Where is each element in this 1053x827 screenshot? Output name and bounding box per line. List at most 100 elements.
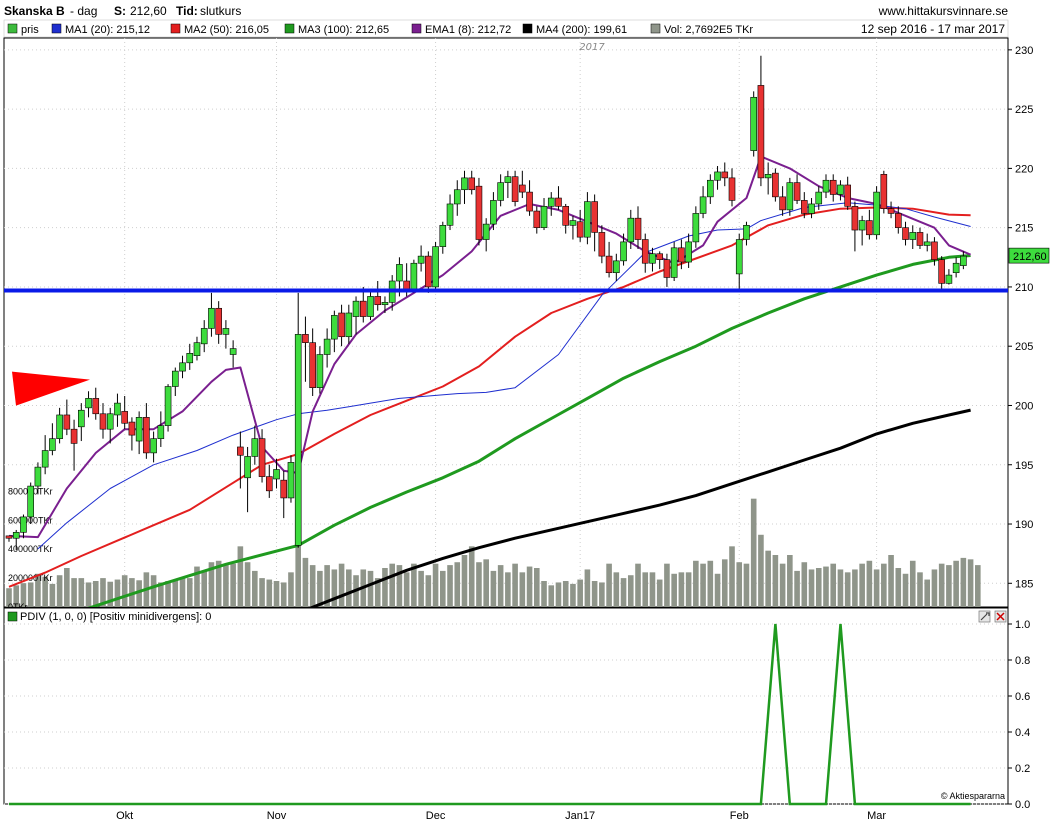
candle-body [367, 296, 374, 317]
volume-bar [548, 585, 555, 607]
volume-bar [367, 570, 374, 607]
volume-bar [223, 565, 229, 607]
candle-body [880, 174, 888, 210]
candle-body [482, 223, 490, 240]
volume-bar [389, 563, 395, 607]
candle-body [562, 206, 570, 226]
indicator-close-button[interactable] [994, 610, 1007, 623]
indicator-y-label: 0.6 [1015, 691, 1030, 703]
volume-bar [266, 579, 273, 607]
candle-body [56, 414, 63, 439]
candle-body [511, 176, 519, 202]
volume-bar [468, 546, 475, 607]
y-tick-label: 210 [1015, 282, 1033, 294]
price-axis: 185 190 195 200 205 210 215 220 225 230 212,60 [1008, 45, 1050, 590]
volume-bar [483, 559, 489, 607]
legend-label-ma2: MA2 (50): 216,05 [184, 24, 269, 36]
volume-bar [924, 579, 931, 607]
candle-body [504, 176, 512, 183]
indicator-y-label: 0.0 [1015, 799, 1030, 811]
volume-bar [562, 581, 569, 607]
time-label: Tid: [176, 4, 198, 18]
volume-bar [512, 563, 518, 607]
volume-bar [700, 563, 706, 607]
volume-bar [671, 573, 677, 607]
candle-body [678, 247, 685, 263]
candle-body [403, 280, 410, 290]
candle-body [27, 485, 34, 518]
volume-bar [837, 569, 844, 607]
x-tick-label: Feb [730, 810, 749, 822]
volume-bar [425, 575, 432, 607]
volume-bar [678, 572, 685, 607]
candle-body [49, 438, 56, 451]
volume-bar [613, 572, 620, 607]
year-marker: 2017 [579, 42, 605, 53]
candle-body [70, 428, 78, 444]
candle-body [99, 413, 107, 430]
volume-bar [533, 568, 540, 607]
candle-body [605, 255, 613, 274]
candle-body [345, 312, 353, 338]
volume-bar [960, 557, 967, 607]
candle-body [555, 197, 562, 207]
volume-bar [331, 569, 338, 607]
x-tick-label: Dec [426, 810, 446, 822]
volume-bar [627, 575, 634, 607]
volume-bar [64, 568, 70, 607]
candle-body [309, 342, 316, 388]
volume-bar [505, 572, 511, 607]
volume-bar [186, 578, 193, 607]
volume-bar [664, 563, 670, 607]
volume-bar [714, 573, 721, 607]
y-tick-label: 190 [1015, 519, 1033, 531]
candle-down [425, 251, 432, 293]
candle-body [135, 417, 143, 442]
x-tick-label: Nov [267, 810, 287, 822]
candle-body [714, 171, 721, 181]
volume-bar [244, 562, 251, 607]
candle-body [432, 246, 439, 288]
indicator-y-label: 0.8 [1015, 655, 1030, 667]
candle-body [323, 338, 331, 355]
candle-body [547, 197, 555, 207]
candle-body [952, 262, 960, 274]
candle-body [85, 398, 92, 409]
candle-body [150, 438, 157, 454]
candle-body [359, 300, 367, 317]
indicator-settings-button[interactable] [978, 610, 991, 623]
candle-body [200, 328, 208, 345]
candle-body [208, 307, 215, 329]
candle-body [800, 200, 808, 214]
candle-body [352, 300, 360, 317]
candle-body [12, 532, 20, 539]
volume-bar [577, 579, 583, 607]
candle-up [432, 241, 439, 290]
last-value: 212,60 [130, 4, 167, 18]
candle-body [164, 386, 172, 426]
site-url[interactable]: www.hittakursvinnare.se [878, 4, 1009, 18]
volume-bar [280, 582, 287, 607]
candle-body [453, 189, 461, 205]
volume-bar [808, 569, 815, 607]
candle-body [244, 456, 251, 479]
period-value: dag [77, 4, 97, 18]
candle-body [743, 224, 750, 240]
candle-body [157, 425, 165, 439]
volume-bar [150, 575, 157, 607]
volume-axis-label: 400000TKr [8, 544, 53, 554]
candle-body [916, 232, 924, 246]
candle-up [410, 259, 418, 293]
candle-body [909, 232, 917, 240]
candle-body [381, 302, 389, 306]
indicator-y-label: 1.0 [1015, 619, 1030, 631]
candle-body [179, 362, 186, 372]
volume-bar [779, 563, 786, 607]
candle-body [844, 184, 851, 207]
candle-body [78, 409, 85, 428]
candle-body [410, 262, 418, 290]
candle-body [497, 182, 504, 201]
volume-bar [71, 578, 77, 607]
candle-body [750, 96, 757, 151]
candle-up [873, 186, 880, 240]
